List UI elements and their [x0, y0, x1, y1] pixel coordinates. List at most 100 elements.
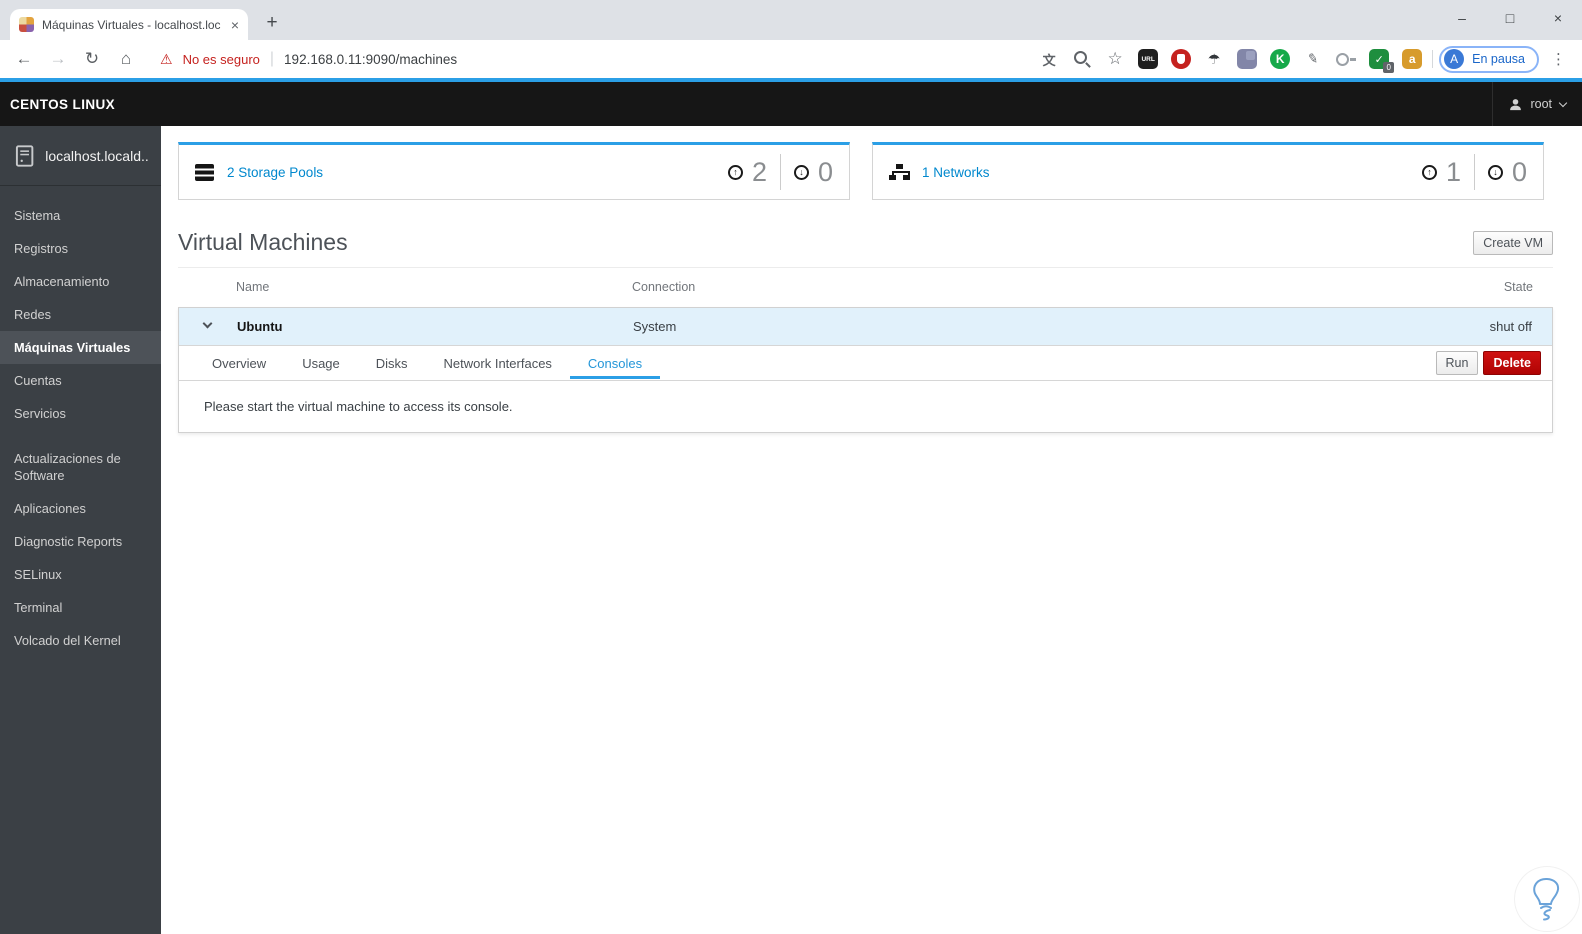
vm-action-buttons: Run Delete	[1435, 351, 1552, 375]
delete-button[interactable]: Delete	[1483, 351, 1541, 375]
vm-state-badge: shut off	[1489, 319, 1532, 334]
networks-card: 1 Networks ↑ 1 ↓ 0	[872, 142, 1544, 200]
avatar: A	[1444, 49, 1465, 69]
sidebar-item-volcado-del-kernel[interactable]: Volcado del Kernel	[0, 624, 161, 657]
browser-toolbar: ← → ↻ ⌂ ⚠ No es seguro | 192.168.0.11:90…	[0, 40, 1582, 78]
brand-title: CENTOS LINUX	[10, 96, 116, 112]
arrow-circle-down-icon: ↓	[1487, 164, 1503, 180]
shopping-extension-icon[interactable]: a	[1402, 49, 1423, 69]
lightbulb-extension-icon[interactable]	[1336, 49, 1356, 69]
arrow-circle-down-icon: ↓	[793, 164, 809, 180]
back-icon[interactable]: ←	[10, 45, 38, 73]
storage-pools-label[interactable]: 2 Storage Pools	[227, 165, 323, 180]
sidebar-item-almacenamiento[interactable]: Almacenamiento	[0, 265, 161, 298]
tab-disks[interactable]: Disks	[358, 347, 426, 379]
storage-pools-icon	[195, 163, 214, 181]
app-body: localhost.locald... Sistema Registros Al…	[0, 126, 1582, 934]
page-title: Virtual Machines	[178, 229, 348, 255]
sidebar-item-maquinas-virtuales[interactable]: Máquinas Virtuales	[0, 331, 161, 364]
user-name: root	[1530, 97, 1552, 111]
storage-pools-card: 2 Storage Pools ↑ 2 ↓ 0	[178, 142, 850, 200]
host-name: localhost.locald...	[45, 148, 149, 164]
sidebar-item-cuentas[interactable]: Cuentas	[0, 364, 161, 397]
tab-title: Máquinas Virtuales - localhost.loc	[42, 17, 221, 32]
console-panel: Please start the virtual machine to acce…	[179, 381, 1552, 432]
sidebar-item-registros[interactable]: Registros	[0, 232, 161, 265]
security-warning-icon[interactable]: ⚠	[160, 51, 173, 68]
vm-table-header: Name Connection State	[178, 268, 1553, 307]
bookmark-star-icon[interactable]: ☆	[1105, 49, 1125, 69]
arrow-circle-up-icon: ↑	[727, 164, 743, 180]
profile-status-label: En pausa	[1472, 52, 1525, 66]
run-button[interactable]: Run	[1435, 351, 1479, 375]
url-extension-icon[interactable]: URL	[1138, 49, 1159, 69]
tab-close-icon[interactable]: ×	[231, 18, 239, 32]
keepa-extension-icon[interactable]: K	[1270, 49, 1291, 69]
tab-consoles[interactable]: Consoles	[569, 347, 661, 379]
help-bulb-widget[interactable]	[1515, 867, 1579, 931]
column-header-name: Name	[236, 280, 270, 294]
sidebar-item-terminal[interactable]: Terminal	[0, 591, 161, 624]
column-header-state: State	[1503, 280, 1533, 294]
sidebar-item-sistema[interactable]: Sistema	[0, 199, 161, 232]
networks-link[interactable]: 1 Networks	[889, 164, 990, 180]
translate-icon[interactable]: 文	[1039, 49, 1059, 69]
vm-section-header: Virtual Machines Create VM	[178, 229, 1553, 256]
vm-detail-tabbar: Overview Usage Disks Network Interfaces …	[179, 345, 1552, 381]
security-warning-label[interactable]: No es seguro	[183, 52, 260, 67]
networks-label[interactable]: 1 Networks	[922, 165, 990, 180]
cockpit-favicon	[19, 17, 34, 32]
tab-overview[interactable]: Overview	[194, 347, 284, 379]
sidebar-item-servicios[interactable]: Servicios	[0, 397, 161, 430]
sidebar-item-selinux[interactable]: SELinux	[0, 558, 161, 591]
shield-check-extension-icon[interactable]: ✓ 0	[1369, 49, 1395, 73]
zoom-out-icon[interactable]	[1072, 49, 1092, 69]
sidebar-item-aplicaciones[interactable]: Aplicaciones	[0, 492, 161, 525]
extension-badge: 0	[1383, 62, 1395, 73]
networks-stats: ↑ 1 ↓ 0	[1421, 154, 1527, 190]
table-row-ubuntu[interactable]: Ubuntu System shut off	[179, 308, 1552, 345]
sidebar-item-actualizaciones-de-software[interactable]: Actualizaciones de Software	[0, 442, 161, 492]
browser-menu-icon[interactable]: ⋮	[1545, 50, 1572, 68]
purple-extension-icon[interactable]	[1237, 49, 1258, 69]
reload-icon[interactable]: ↻	[78, 45, 106, 73]
vm-connection: System	[633, 319, 677, 334]
adblock-extension-icon[interactable]	[1171, 49, 1192, 69]
toolbar-right-icons: 文 ☆ URL ☂ K ✎ ✓ 0 a	[1039, 47, 1426, 73]
host-selector[interactable]: localhost.locald...	[0, 126, 161, 186]
storage-down-count: 0	[817, 156, 833, 187]
column-header-connection: Connection	[632, 280, 696, 294]
sidebar-item-diagnostic-reports[interactable]: Diagnostic Reports	[0, 525, 161, 558]
vm-tabs: Overview Usage Disks Network Interfaces …	[194, 347, 661, 379]
toolbar-divider	[1432, 50, 1434, 68]
server-icon	[15, 145, 34, 167]
vm-name: Ubuntu	[237, 319, 283, 334]
home-icon[interactable]: ⌂	[112, 45, 140, 73]
sidebar-item-redes[interactable]: Redes	[0, 298, 161, 331]
window-close-button[interactable]: ×	[1534, 0, 1582, 36]
cockpit-masthead: CENTOS LINUX root	[0, 82, 1582, 126]
stat-divider	[779, 154, 781, 190]
tab-network-interfaces[interactable]: Network Interfaces	[426, 347, 570, 379]
browser-tab-strip: Máquinas Virtuales - localhost.loc × + –…	[0, 0, 1582, 40]
umbrella-extension-icon[interactable]: ☂	[1204, 49, 1224, 69]
browser-tab[interactable]: Máquinas Virtuales - localhost.loc ×	[10, 9, 248, 40]
new-tab-button[interactable]: +	[258, 9, 286, 37]
storage-pools-link[interactable]: 2 Storage Pools	[195, 163, 323, 181]
brush-extension-icon[interactable]: ✎	[1302, 47, 1325, 70]
sidebar: localhost.locald... Sistema Registros Al…	[0, 126, 161, 934]
forward-icon[interactable]: →	[44, 45, 72, 73]
console-message: Please start the virtual machine to acce…	[204, 399, 513, 414]
create-vm-button[interactable]: Create VM	[1473, 230, 1553, 255]
storage-pools-stats: ↑ 2 ↓ 0	[727, 154, 833, 190]
tab-usage[interactable]: Usage	[284, 347, 358, 379]
user-menu[interactable]: root	[1492, 82, 1582, 126]
networks-icon	[889, 164, 910, 180]
browser-profile-button[interactable]: A En pausa	[1439, 45, 1539, 73]
vm-list-panel: Ubuntu System shut off Overview Usage Di…	[178, 307, 1553, 433]
address-bar[interactable]: ⚠ No es seguro | 192.168.0.11:9090/machi…	[160, 50, 457, 68]
window-minimize-button[interactable]: –	[1438, 0, 1486, 36]
address-divider: |	[269, 50, 275, 67]
url-text[interactable]: 192.168.0.11:9090/machines	[284, 52, 457, 67]
window-maximize-button[interactable]: □	[1486, 0, 1534, 36]
